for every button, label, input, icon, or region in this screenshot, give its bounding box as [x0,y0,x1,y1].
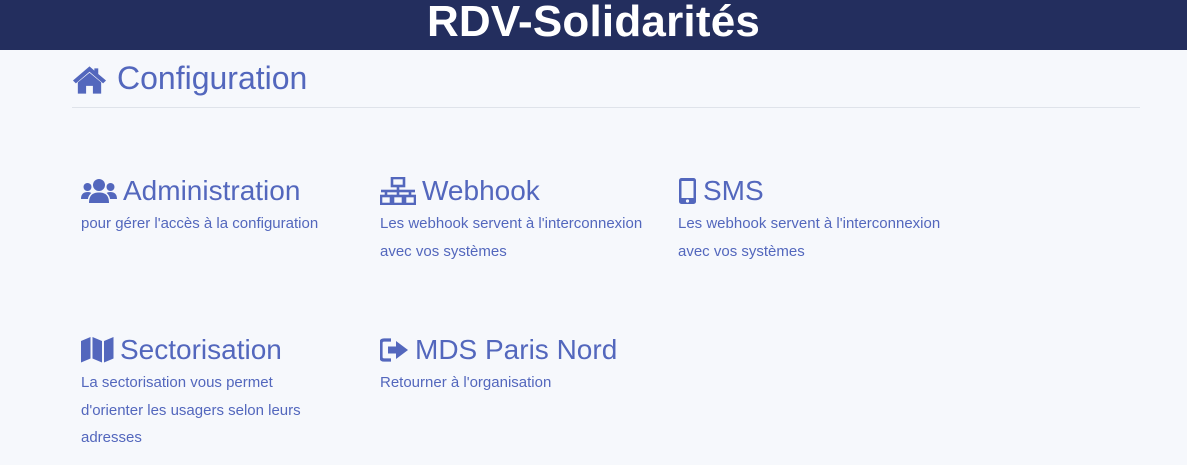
card-description-administration: pour gérer l'accès à la configuration [81,215,319,232]
main-content: Configuration Administration pour gérer … [72,50,1140,446]
map-icon [81,337,114,363]
card-administration: Administration pour gérer l'accès à la c… [81,174,366,238]
card-description-mds-paris-nord: Retourner à l'organisation [380,374,552,391]
administration-link[interactable]: Administration [81,174,366,208]
mds-paris-nord-link[interactable]: MDS Paris Nord [380,333,665,367]
card-description-sms: Les webhook servent à l'interconnexion a… [678,215,941,260]
top-navbar: RDV-Solidarités [0,0,1187,50]
card-webhook: Webhook Les webhook servent à l'intercon… [380,174,665,265]
webhook-link[interactable]: Webhook [380,174,665,208]
mobile-icon [679,178,696,204]
sign-out-icon [380,338,408,362]
card-title-mds-paris-nord: MDS Paris Nord [415,334,618,365]
card-description-webhook: Les webhook servent à l'interconnexion a… [380,215,643,260]
card-title-sms: SMS [703,175,764,206]
brand-title[interactable]: RDV-Solidarités [427,0,760,47]
home-icon [72,65,107,94]
card-sectorisation: Sectorisation La sectorisation vous perm… [81,333,366,452]
card-description-sectorisation: La sectorisation vous permet d'orienter … [81,374,301,446]
card-sms: SMS Les webhook servent à l'interconnexi… [678,174,963,265]
users-icon [81,179,117,203]
network-icon [380,177,416,205]
card-mds-paris-nord: MDS Paris Nord Retourner à l'organisatio… [380,333,665,397]
card-title-webhook: Webhook [422,175,540,206]
sectorisation-link[interactable]: Sectorisation [81,333,366,367]
card-title-sectorisation: Sectorisation [120,334,282,365]
card-title-administration: Administration [123,175,301,206]
page-title: Configuration [117,60,308,96]
page-header: Configuration [72,50,1140,108]
sms-link[interactable]: SMS [678,174,963,208]
